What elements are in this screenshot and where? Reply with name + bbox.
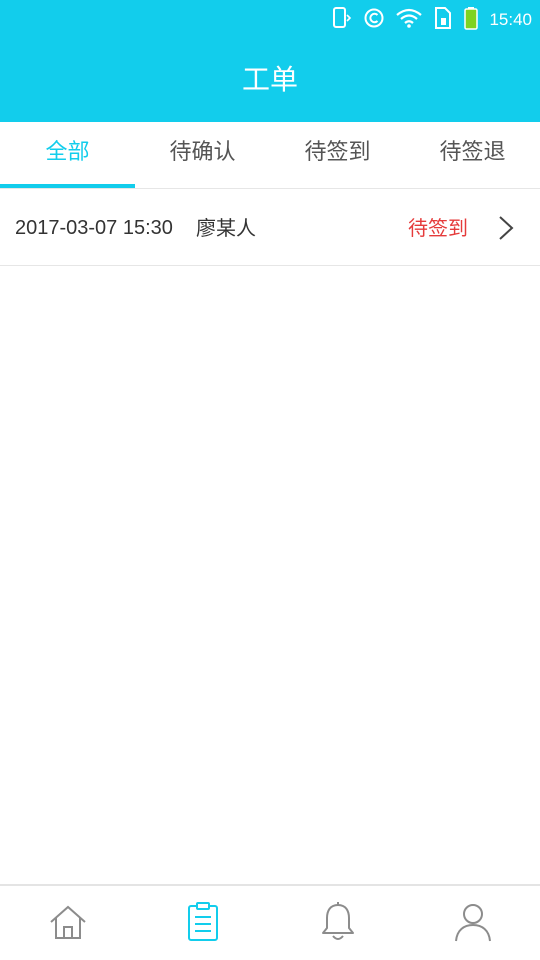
- user-icon: [453, 901, 493, 947]
- c-circle-icon: [363, 7, 385, 33]
- battery-icon: [463, 6, 479, 34]
- nav-profile[interactable]: [405, 886, 540, 960]
- wifi-icon: [395, 7, 423, 33]
- home-icon: [48, 902, 88, 946]
- app-screen: 15:40 工单 全部 待确认 待签到 待签退 2017-03-07 15:30…: [0, 0, 540, 960]
- bell-icon: [318, 901, 358, 947]
- app-header: 15:40 工单: [0, 0, 540, 122]
- tab-pending-checkout[interactable]: 待签退: [405, 122, 540, 188]
- tab-all[interactable]: 全部: [0, 122, 135, 188]
- nav-home[interactable]: [0, 886, 135, 960]
- bottom-nav: [0, 884, 540, 960]
- tab-pending-checkin[interactable]: 待签到: [270, 122, 405, 188]
- clipboard-icon: [185, 902, 221, 946]
- tab-bar: 全部 待确认 待签到 待签退: [0, 122, 540, 189]
- sim-icon: [433, 6, 453, 34]
- status-bar: 15:40: [0, 0, 540, 40]
- nav-orders[interactable]: [135, 886, 270, 960]
- order-status: 待签到: [408, 216, 468, 240]
- order-datetime: 2017-03-07 15:30: [15, 217, 173, 239]
- chevron-right-icon: [498, 215, 514, 245]
- status-icons: 15:40: [331, 6, 532, 34]
- phone-vibrate-icon: [331, 6, 353, 34]
- page-title: 工单: [241, 63, 298, 96]
- list-item[interactable]: 2017-03-07 15:30 廖某人 待签到: [0, 189, 540, 266]
- order-person: 廖某人: [196, 216, 256, 240]
- nav-notifications[interactable]: [270, 886, 405, 960]
- tab-pending-confirm[interactable]: 待确认: [135, 122, 270, 188]
- status-time: 15:40: [489, 10, 532, 29]
